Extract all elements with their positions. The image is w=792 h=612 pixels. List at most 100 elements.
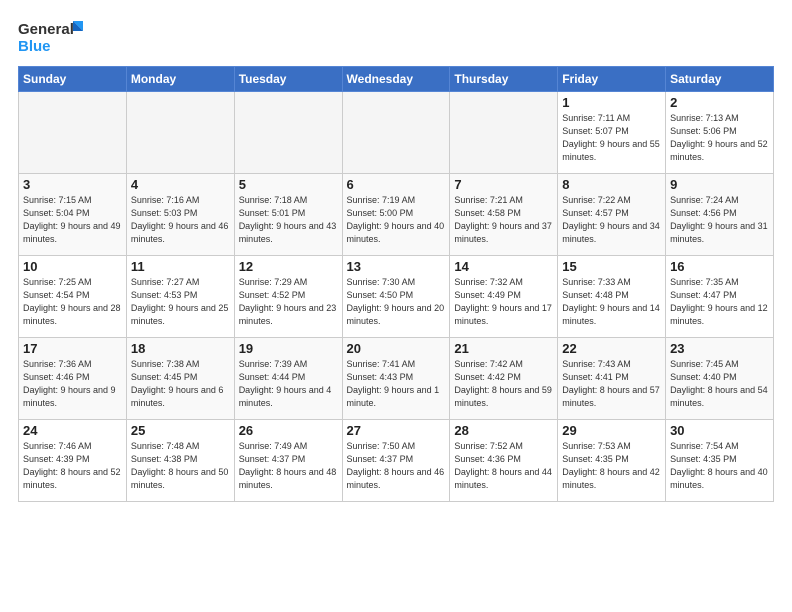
calendar-cell — [19, 92, 127, 174]
calendar-cell: 24 Sunrise: 7:46 AM Sunset: 4:39 PM Dayli… — [19, 420, 127, 502]
day-number: 18 — [131, 341, 230, 356]
day-number: 8 — [562, 177, 661, 192]
calendar-header-saturday: Saturday — [666, 67, 774, 92]
day-number: 2 — [670, 95, 769, 110]
day-info: Sunrise: 7:27 AM Sunset: 4:53 PM Dayligh… — [131, 276, 230, 328]
day-number: 17 — [23, 341, 122, 356]
calendar-cell: 16 Sunrise: 7:35 AM Sunset: 4:47 PM Dayli… — [666, 256, 774, 338]
calendar-cell: 4 Sunrise: 7:16 AM Sunset: 5:03 PM Daylig… — [126, 174, 234, 256]
day-number: 4 — [131, 177, 230, 192]
header: GeneralBlue — [18, 16, 774, 58]
calendar-header-tuesday: Tuesday — [234, 67, 342, 92]
day-number: 22 — [562, 341, 661, 356]
calendar-cell: 9 Sunrise: 7:24 AM Sunset: 4:56 PM Daylig… — [666, 174, 774, 256]
day-number: 3 — [23, 177, 122, 192]
calendar-cell: 13 Sunrise: 7:30 AM Sunset: 4:50 PM Dayli… — [342, 256, 450, 338]
svg-text:General: General — [18, 21, 74, 38]
calendar-cell — [126, 92, 234, 174]
calendar-cell: 6 Sunrise: 7:19 AM Sunset: 5:00 PM Daylig… — [342, 174, 450, 256]
day-info: Sunrise: 7:18 AM Sunset: 5:01 PM Dayligh… — [239, 194, 338, 246]
calendar-week-5: 24 Sunrise: 7:46 AM Sunset: 4:39 PM Dayli… — [19, 420, 774, 502]
calendar-cell — [450, 92, 558, 174]
day-info: Sunrise: 7:48 AM Sunset: 4:38 PM Dayligh… — [131, 440, 230, 492]
calendar-header-friday: Friday — [558, 67, 666, 92]
calendar-cell: 18 Sunrise: 7:38 AM Sunset: 4:45 PM Dayli… — [126, 338, 234, 420]
calendar-cell: 7Sunrise: 7:21 AM Sunset: 4:58 PM Daylig… — [450, 174, 558, 256]
day-number: 13 — [347, 259, 446, 274]
day-info: Sunrise: 7:24 AM Sunset: 4:56 PM Dayligh… — [670, 194, 769, 246]
day-info: Sunrise: 7:52 AM Sunset: 4:36 PM Dayligh… — [454, 440, 553, 492]
calendar-header-thursday: Thursday — [450, 67, 558, 92]
day-info: Sunrise: 7:13 AM Sunset: 5:06 PM Dayligh… — [670, 112, 769, 164]
day-info: Sunrise: 7:54 AM Sunset: 4:35 PM Dayligh… — [670, 440, 769, 492]
day-info: Sunrise: 7:33 AM Sunset: 4:48 PM Dayligh… — [562, 276, 661, 328]
day-number: 26 — [239, 423, 338, 438]
day-info: Sunrise: 7:19 AM Sunset: 5:00 PM Dayligh… — [347, 194, 446, 246]
calendar-cell — [234, 92, 342, 174]
calendar-cell: 14 Sunrise: 7:32 AM Sunset: 4:49 PM Dayli… — [450, 256, 558, 338]
calendar-header-wednesday: Wednesday — [342, 67, 450, 92]
logo-svg: GeneralBlue — [18, 16, 88, 58]
day-number: 9 — [670, 177, 769, 192]
calendar-cell: 15 Sunrise: 7:33 AM Sunset: 4:48 PM Dayli… — [558, 256, 666, 338]
day-number: 28 — [454, 423, 553, 438]
day-info: Sunrise: 7:16 AM Sunset: 5:03 PM Dayligh… — [131, 194, 230, 246]
day-info: Sunrise: 7:22 AM Sunset: 4:57 PM Dayligh… — [562, 194, 661, 246]
calendar-cell: 25 Sunrise: 7:48 AM Sunset: 4:38 PM Dayli… — [126, 420, 234, 502]
day-info: Sunrise: 7:43 AM Sunset: 4:41 PM Dayligh… — [562, 358, 661, 410]
svg-text:Blue: Blue — [18, 38, 51, 55]
day-number: 16 — [670, 259, 769, 274]
day-number: 25 — [131, 423, 230, 438]
page: GeneralBlue SundayMondayTuesdayWednesday… — [0, 0, 792, 612]
calendar-cell: 11 Sunrise: 7:27 AM Sunset: 4:53 PM Dayli… — [126, 256, 234, 338]
calendar-cell: 21 Sunrise: 7:42 AM Sunset: 4:42 PM Dayli… — [450, 338, 558, 420]
calendar-cell: 28 Sunrise: 7:52 AM Sunset: 4:36 PM Dayli… — [450, 420, 558, 502]
calendar-cell: 30 Sunrise: 7:54 AM Sunset: 4:35 PM Dayli… — [666, 420, 774, 502]
day-number: 10 — [23, 259, 122, 274]
day-info: Sunrise: 7:11 AM Sunset: 5:07 PM Dayligh… — [562, 112, 661, 164]
day-number: 1 — [562, 95, 661, 110]
calendar-week-3: 10Sunrise: 7:25 AM Sunset: 4:54 PM Dayli… — [19, 256, 774, 338]
calendar-cell: 1 Sunrise: 7:11 AM Sunset: 5:07 PM Daylig… — [558, 92, 666, 174]
calendar-header-row: SundayMondayTuesdayWednesdayThursdayFrid… — [19, 67, 774, 92]
calendar-cell: 8 Sunrise: 7:22 AM Sunset: 4:57 PM Daylig… — [558, 174, 666, 256]
calendar-cell: 2 Sunrise: 7:13 AM Sunset: 5:06 PM Daylig… — [666, 92, 774, 174]
day-info: Sunrise: 7:50 AM Sunset: 4:37 PM Dayligh… — [347, 440, 446, 492]
calendar-cell: 23 Sunrise: 7:45 AM Sunset: 4:40 PM Dayli… — [666, 338, 774, 420]
day-number: 23 — [670, 341, 769, 356]
day-number: 27 — [347, 423, 446, 438]
day-info: Sunrise: 7:35 AM Sunset: 4:47 PM Dayligh… — [670, 276, 769, 328]
day-info: Sunrise: 7:46 AM Sunset: 4:39 PM Dayligh… — [23, 440, 122, 492]
calendar-cell — [342, 92, 450, 174]
calendar-header-monday: Monday — [126, 67, 234, 92]
day-number: 15 — [562, 259, 661, 274]
day-number: 6 — [347, 177, 446, 192]
day-info: Sunrise: 7:32 AM Sunset: 4:49 PM Dayligh… — [454, 276, 553, 328]
calendar-cell: 29Sunrise: 7:53 AM Sunset: 4:35 PM Dayli… — [558, 420, 666, 502]
day-number: 20 — [347, 341, 446, 356]
day-number: 14 — [454, 259, 553, 274]
calendar-week-1: 1 Sunrise: 7:11 AM Sunset: 5:07 PM Daylig… — [19, 92, 774, 174]
day-number: 5 — [239, 177, 338, 192]
day-number: 29 — [562, 423, 661, 438]
day-info: Sunrise: 7:42 AM Sunset: 4:42 PM Dayligh… — [454, 358, 553, 410]
day-number: 21 — [454, 341, 553, 356]
day-number: 11 — [131, 259, 230, 274]
day-info: Sunrise: 7:41 AM Sunset: 4:43 PM Dayligh… — [347, 358, 446, 410]
calendar-cell: 22 Sunrise: 7:43 AM Sunset: 4:41 PM Dayli… — [558, 338, 666, 420]
logo: GeneralBlue — [18, 16, 88, 58]
day-info: Sunrise: 7:45 AM Sunset: 4:40 PM Dayligh… — [670, 358, 769, 410]
day-info: Sunrise: 7:29 AM Sunset: 4:52 PM Dayligh… — [239, 276, 338, 328]
day-number: 12 — [239, 259, 338, 274]
day-info: Sunrise: 7:21 AM Sunset: 4:58 PM Dayligh… — [454, 194, 553, 246]
calendar-header-sunday: Sunday — [19, 67, 127, 92]
calendar-cell: 27 Sunrise: 7:50 AM Sunset: 4:37 PM Dayli… — [342, 420, 450, 502]
day-info: Sunrise: 7:39 AM Sunset: 4:44 PM Dayligh… — [239, 358, 338, 410]
day-number: 30 — [670, 423, 769, 438]
calendar-table: SundayMondayTuesdayWednesdayThursdayFrid… — [18, 66, 774, 502]
day-info: Sunrise: 7:38 AM Sunset: 4:45 PM Dayligh… — [131, 358, 230, 410]
day-info: Sunrise: 7:30 AM Sunset: 4:50 PM Dayligh… — [347, 276, 446, 328]
day-number: 24 — [23, 423, 122, 438]
day-number: 19 — [239, 341, 338, 356]
calendar-week-4: 17Sunrise: 7:36 AM Sunset: 4:46 PM Dayli… — [19, 338, 774, 420]
